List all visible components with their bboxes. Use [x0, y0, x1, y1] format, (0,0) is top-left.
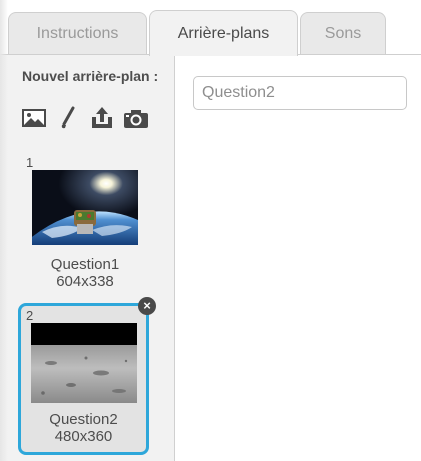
paint-brush-icon[interactable]: [54, 105, 82, 131]
backdrop-item-question1[interactable]: 1 Question1 604x338: [20, 155, 150, 293]
tab-instructions[interactable]: Instructions: [8, 12, 147, 54]
backdrop-thumbnail-space: [32, 170, 138, 245]
backdrop-list-panel: Nouvel arrière-plan : 1 Question1 604x33…: [0, 55, 175, 461]
tab-bar: Instructions Arrière-plans Sons: [0, 0, 421, 56]
backdrop-name-input[interactable]: [193, 76, 407, 110]
tab-backdrops[interactable]: Arrière-plans: [149, 10, 298, 56]
backdrop-item-question2[interactable]: × 2 Question2 480x360: [18, 297, 156, 455]
delete-backdrop-icon[interactable]: ×: [138, 297, 156, 315]
new-backdrop-tools: [20, 105, 156, 131]
image-library-icon[interactable]: [20, 105, 48, 131]
backdrop-thumbnail-moon: [31, 323, 137, 403]
backdrop-name: Question1: [50, 256, 120, 273]
backdrop-number: 1: [26, 155, 34, 170]
backdrop-dimensions: 604x338: [56, 273, 114, 290]
backdrop-dimensions: 480x360: [54, 428, 113, 445]
camera-icon[interactable]: [122, 105, 150, 131]
backdrop-number: 2: [26, 308, 34, 323]
backdrop-name: Question2: [49, 411, 118, 428]
upload-icon[interactable]: [88, 105, 116, 131]
tab-sounds[interactable]: Sons: [300, 12, 386, 54]
backdrop-editor: Instructions Arrière-plans Sons Nouvel a…: [0, 0, 421, 461]
new-backdrop-label: Nouvel arrière-plan :: [22, 68, 159, 84]
